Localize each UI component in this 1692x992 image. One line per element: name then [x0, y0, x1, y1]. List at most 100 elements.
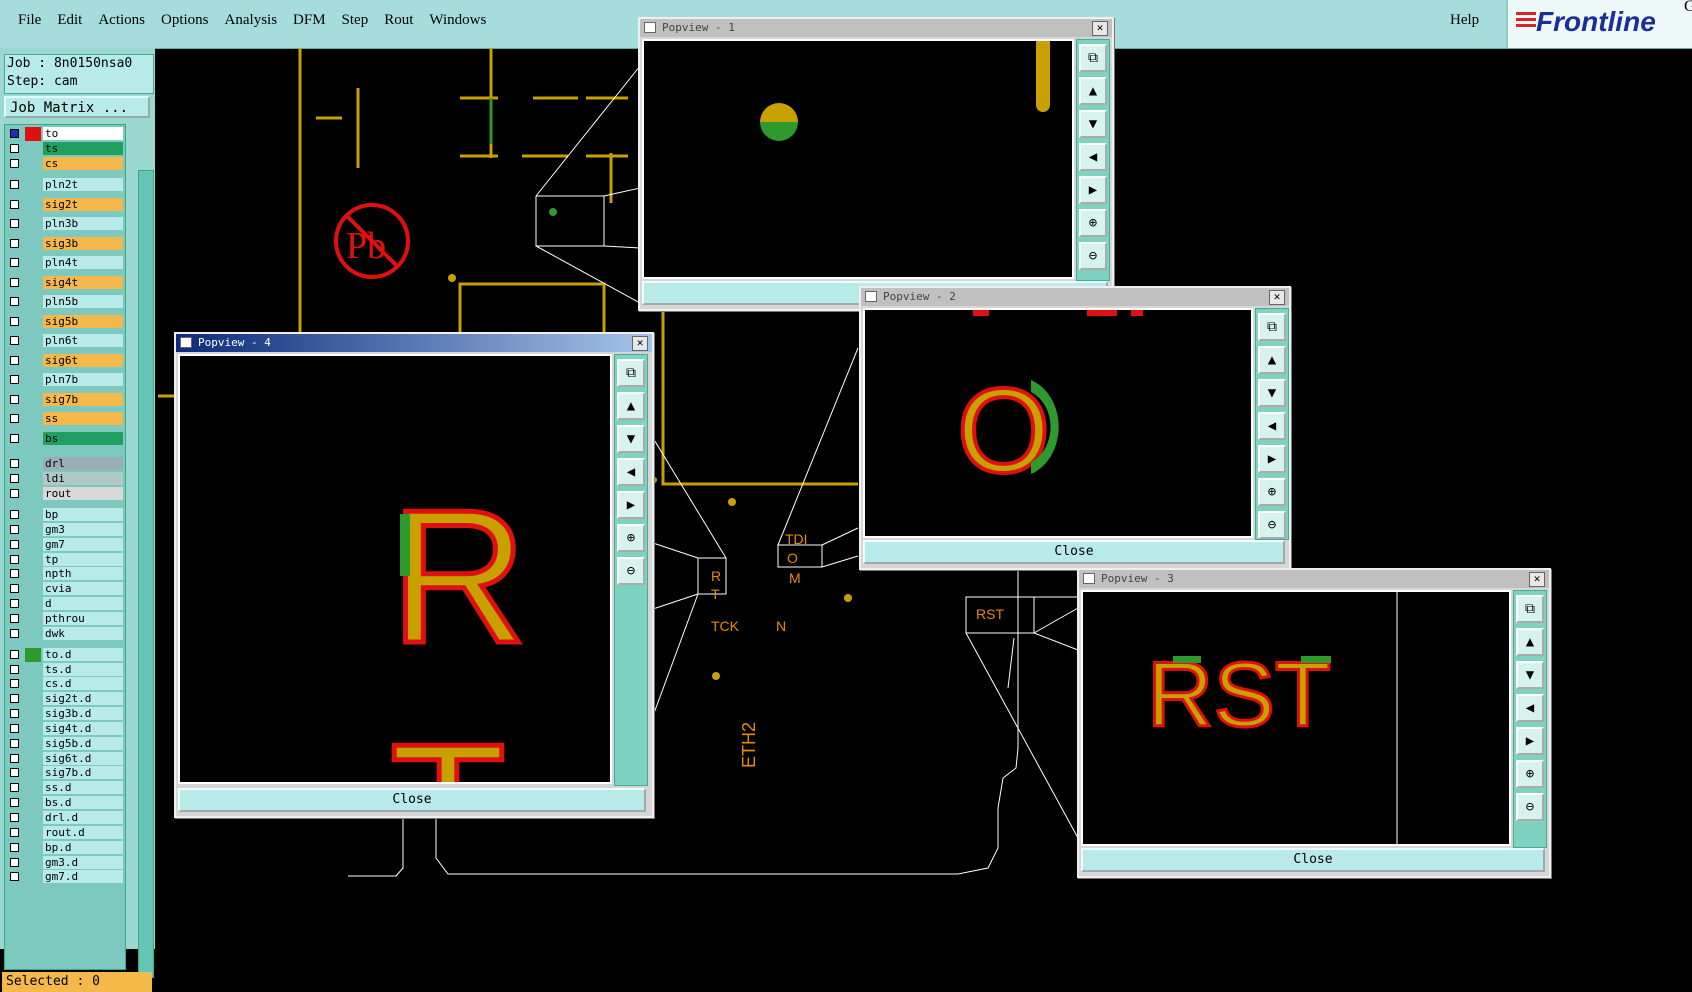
popview-3-titlebar[interactable]: Popview - 3 ✕ [1079, 570, 1549, 588]
layer-name[interactable]: sig4t.d [43, 721, 123, 735]
job-matrix-button[interactable]: Job Matrix ... [4, 96, 150, 118]
layer-name[interactable]: sig2t.d [43, 692, 123, 706]
layer-checkbox[interactable] [10, 277, 19, 287]
layer-checkbox[interactable] [10, 238, 19, 248]
layer-row[interactable]: to [7, 127, 125, 141]
layer-checkbox[interactable] [10, 842, 19, 852]
layer-row[interactable]: dwk [7, 626, 125, 641]
pan-up-icon[interactable]: ▲ [1258, 346, 1286, 374]
layer-row[interactable]: gm7.d [7, 870, 125, 884]
layer-row[interactable]: cs.d [7, 677, 125, 691]
close-icon[interactable]: ✕ [1092, 21, 1108, 36]
layer-name[interactable]: bs.d [43, 796, 123, 810]
popview-4-view[interactable]: R T [178, 354, 612, 784]
layer-checkbox[interactable] [10, 489, 19, 498]
layer-row[interactable]: pln4t [7, 256, 125, 270]
layer-row[interactable]: rout.d [7, 825, 125, 840]
layer-name[interactable]: gm7 [43, 537, 123, 551]
layer-list-scrollbar[interactable] [138, 170, 154, 978]
layer-name[interactable]: ldi [43, 472, 123, 485]
popview-3-close-button[interactable]: Close [1081, 848, 1545, 872]
layer-checkbox[interactable] [10, 129, 19, 138]
layer-name[interactable]: tp [43, 552, 123, 566]
menu-edit[interactable]: Edit [49, 12, 90, 29]
layer-name[interactable]: cs [43, 157, 123, 170]
layer-checkbox[interactable] [10, 355, 19, 365]
zoom-fit-icon[interactable]: ⧉ [1516, 595, 1544, 623]
layer-checkbox[interactable] [10, 316, 19, 326]
zoom-fit-icon[interactable]: ⧉ [1079, 44, 1107, 72]
layer-checkbox[interactable] [10, 524, 19, 534]
layer-name[interactable]: pthrou [43, 611, 123, 625]
layer-row[interactable]: ts.d [7, 662, 125, 677]
layer-checkbox[interactable] [10, 709, 19, 719]
popview-4-titlebar[interactable]: Popview - 4 ✕ [176, 334, 652, 352]
layer-name[interactable]: ts [43, 142, 123, 155]
layer-row[interactable]: drl [7, 457, 125, 471]
layer-row[interactable]: to.d [7, 647, 125, 662]
layer-checkbox[interactable] [10, 569, 19, 579]
layer-name[interactable]: sig5b [43, 314, 123, 328]
pan-up-icon[interactable]: ▲ [1516, 628, 1544, 656]
layer-checkbox[interactable] [10, 414, 19, 423]
layer-checkbox[interactable] [10, 180, 19, 189]
popview-1-titlebar[interactable]: Popview - 1 ✕ [640, 19, 1112, 37]
layer-name[interactable]: to [43, 127, 123, 140]
zoom-fit-icon[interactable]: ⧉ [1258, 313, 1286, 341]
layer-row[interactable]: sig6t [7, 353, 125, 368]
layer-checkbox[interactable] [10, 336, 19, 345]
layer-checkbox[interactable] [10, 375, 19, 384]
layer-checkbox[interactable] [10, 798, 19, 808]
menu-analysis[interactable]: Analysis [217, 12, 286, 29]
zoom-in-icon[interactable]: ⊕ [617, 524, 645, 552]
layer-checkbox[interactable] [10, 510, 19, 519]
layer-row[interactable]: ldi [7, 472, 125, 486]
pan-left-icon[interactable]: ◀ [1079, 143, 1107, 171]
layer-checkbox[interactable] [10, 599, 19, 609]
zoom-in-icon[interactable]: ⊕ [1258, 478, 1286, 506]
close-icon[interactable]: ✕ [632, 336, 648, 351]
popview-1-view[interactable] [642, 39, 1074, 279]
popview-2-close-button[interactable]: Close [863, 540, 1285, 564]
layer-checkbox[interactable] [10, 394, 19, 404]
layer-row[interactable]: gm3 [7, 522, 125, 537]
layer-row[interactable]: sig7b.d [7, 766, 125, 780]
layer-name[interactable]: sig6t [43, 353, 123, 367]
layer-checkbox[interactable] [10, 872, 19, 882]
pan-down-icon[interactable]: ▼ [1258, 379, 1286, 407]
menu-windows[interactable]: Windows [421, 12, 494, 29]
layer-checkbox[interactable] [10, 628, 19, 638]
layer-checkbox[interactable] [10, 738, 19, 748]
layer-checkbox[interactable] [10, 297, 19, 306]
layer-name[interactable]: pln7b [43, 373, 123, 386]
close-icon[interactable]: ✕ [1269, 290, 1285, 305]
layer-name[interactable]: pln6t [43, 334, 123, 347]
zoom-out-icon[interactable]: ⊖ [1516, 793, 1544, 821]
popview-3-view[interactable]: RST [1081, 590, 1511, 846]
layer-checkbox[interactable] [10, 584, 19, 594]
layer-name[interactable]: dwk [43, 626, 123, 640]
layer-row[interactable]: sig5b [7, 314, 125, 329]
layer-name[interactable]: pln3b [43, 217, 123, 230]
layer-name[interactable]: sig4t [43, 275, 123, 289]
layer-row[interactable]: bs [7, 431, 125, 446]
layer-row[interactable]: npth [7, 567, 125, 581]
popview-4-close-button[interactable]: Close [178, 788, 646, 812]
layer-name[interactable]: sig7b [43, 392, 123, 406]
pan-up-icon[interactable]: ▲ [1079, 77, 1107, 105]
layer-row[interactable]: sig4t [7, 275, 125, 290]
zoom-in-icon[interactable]: ⊕ [1079, 209, 1107, 237]
zoom-in-icon[interactable]: ⊕ [1516, 760, 1544, 788]
layer-row[interactable]: sig7b [7, 392, 125, 407]
zoom-out-icon[interactable]: ⊖ [1258, 511, 1286, 539]
layer-checkbox[interactable] [10, 433, 19, 443]
layer-name[interactable]: drl [43, 457, 123, 470]
menu-actions[interactable]: Actions [90, 12, 153, 29]
layer-name[interactable]: sig6t.d [43, 751, 123, 765]
pan-right-icon[interactable]: ▶ [617, 491, 645, 519]
layer-row[interactable]: d [7, 597, 125, 611]
pan-right-icon[interactable]: ▶ [1516, 727, 1544, 755]
layer-row[interactable]: bp.d [7, 840, 125, 855]
menu-file[interactable]: File [10, 12, 49, 29]
pan-left-icon[interactable]: ◀ [1258, 412, 1286, 440]
